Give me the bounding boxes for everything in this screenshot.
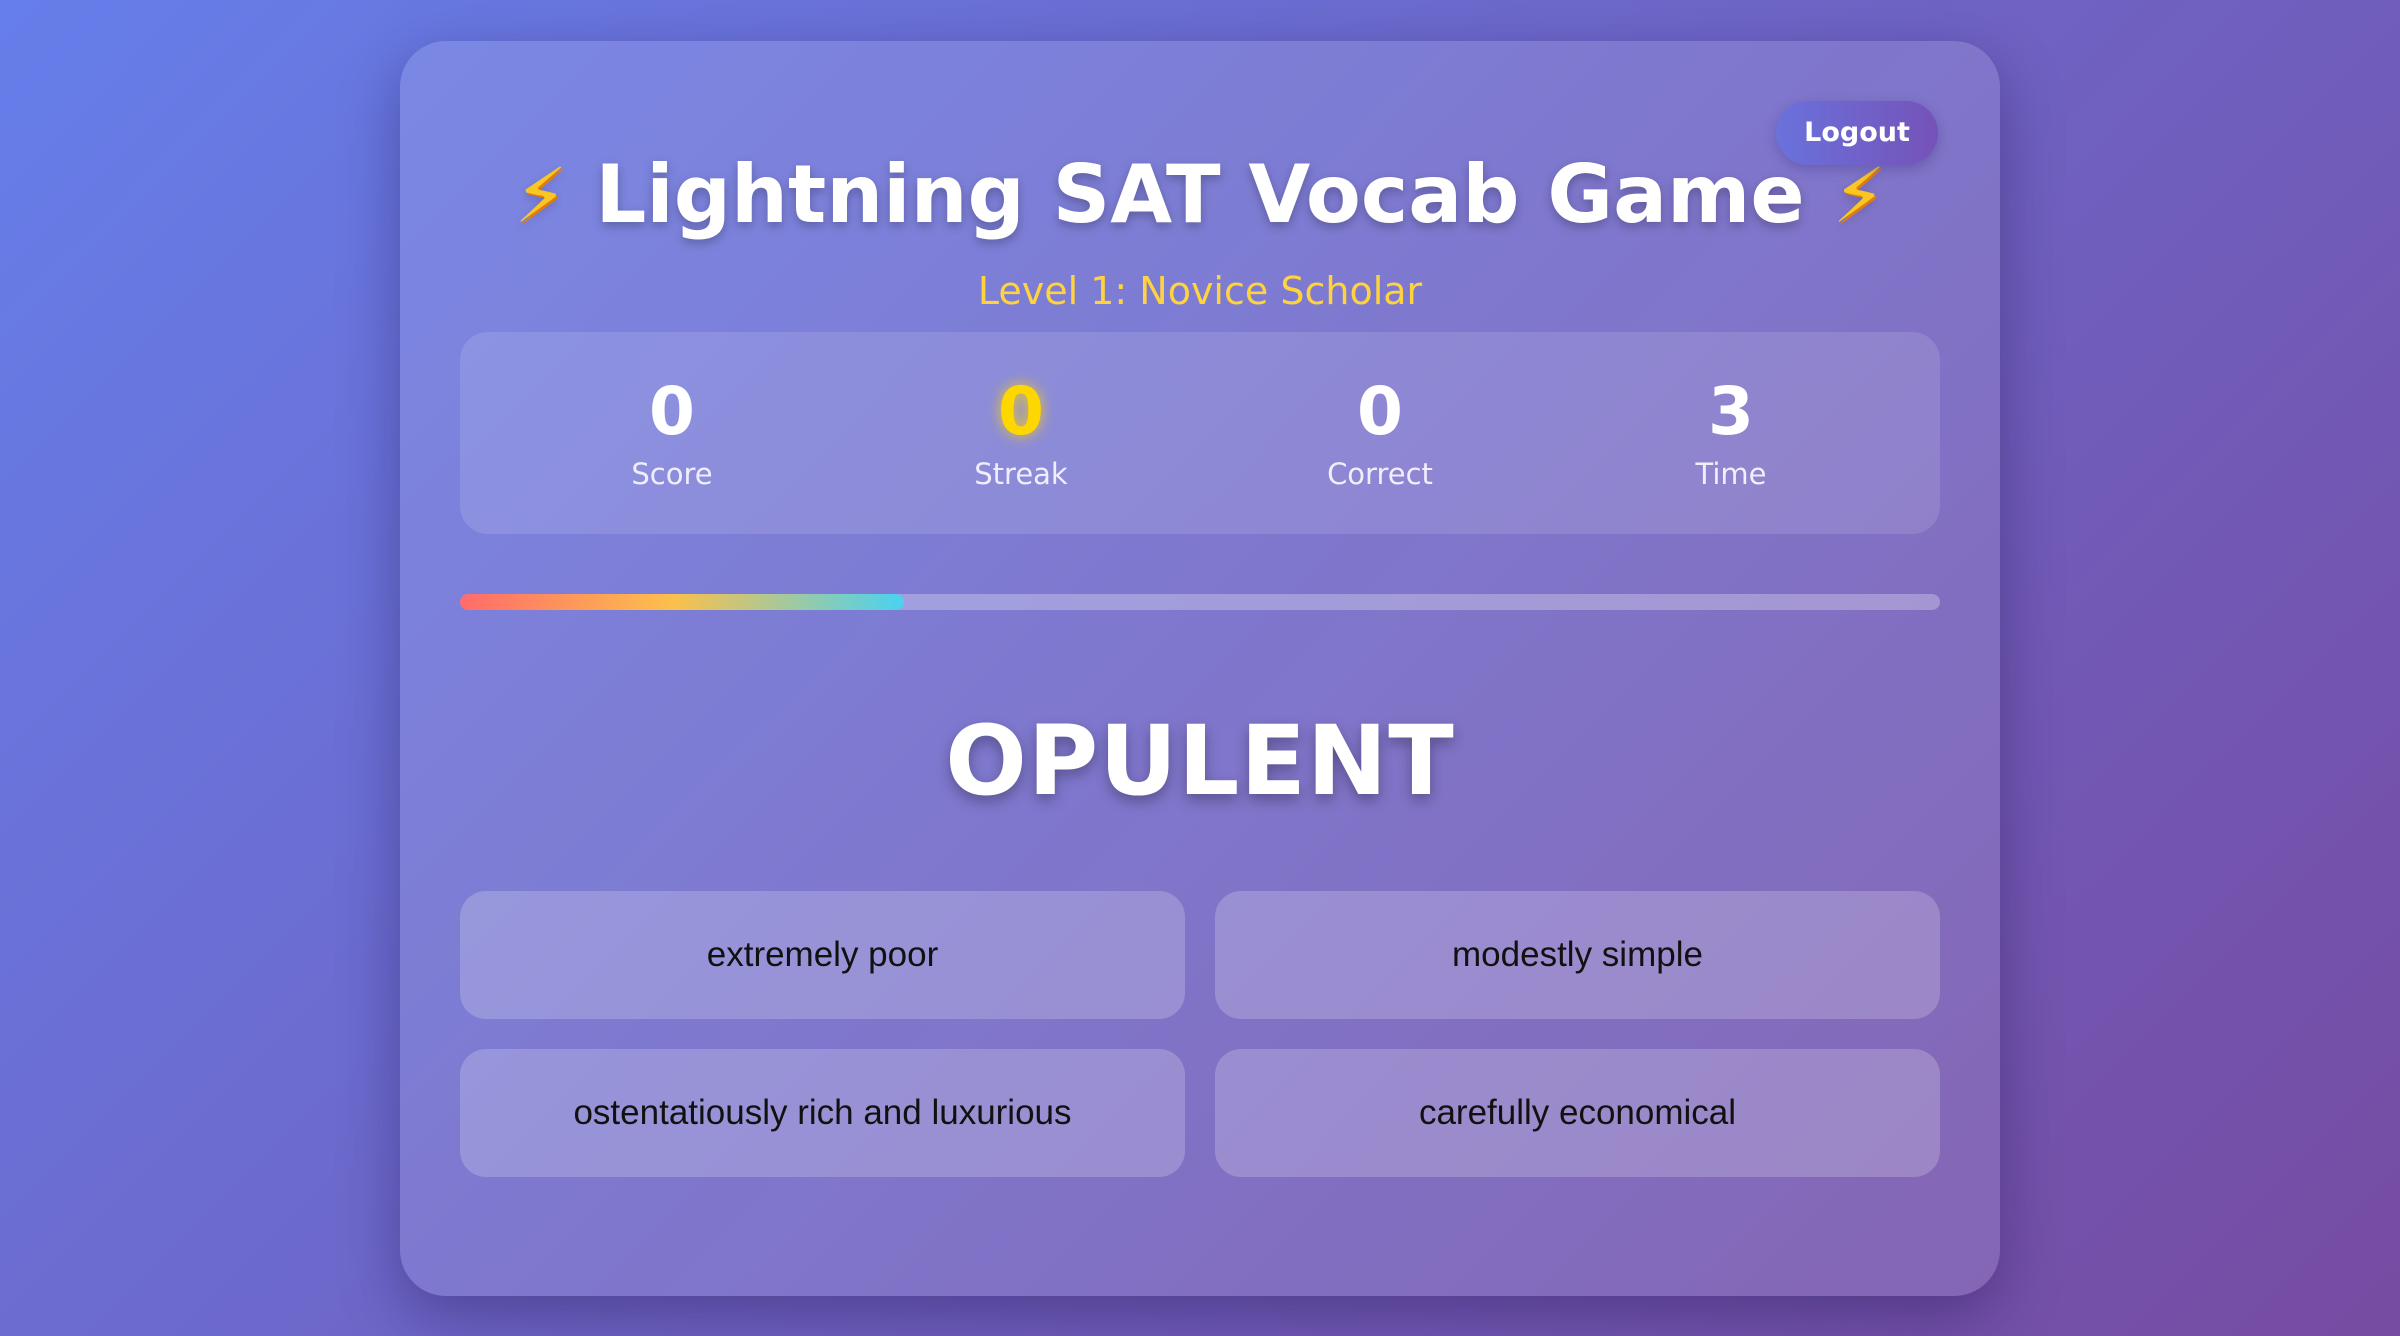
correct-label: Correct [1327,457,1433,491]
score-value: 0 [649,373,695,450]
game-card: ⚡ Lightning SAT Vocab Game ⚡ Logout Leve… [400,41,2000,1296]
correct-value: 0 [1357,373,1403,450]
level-label: Level 1: Novice Scholar [977,269,1423,313]
stats-panel: 0 Score 0 Streak 0 Correct 3 Time [460,332,1940,534]
logout-button[interactable]: Logout [1776,101,1938,165]
lightning-bolt-icon: ⚡ [514,151,568,240]
stat-score: 0 Score [522,332,822,534]
time-label: Time [1695,457,1767,491]
answer-option[interactable]: modestly simple [1215,891,1940,1019]
stat-streak: 0 Streak [871,332,1171,534]
streak-value: 0 [998,373,1044,450]
stat-time: 3 Time [1581,332,1881,534]
answer-option[interactable]: carefully economical [1215,1049,1940,1177]
progress-bar [460,594,1940,610]
streak-label: Streak [974,457,1068,491]
page-title: ⚡ Lightning SAT Vocab Game ⚡ [400,133,2000,258]
stat-correct: 0 Correct [1230,332,1530,534]
title-text: Lightning SAT Vocab Game [595,148,1805,241]
answer-option[interactable]: extremely poor [460,891,1185,1019]
answer-option[interactable]: ostentatiously rich and luxurious [460,1049,1185,1177]
time-value: 3 [1708,373,1754,450]
score-label: Score [631,457,713,491]
progress-fill [460,594,904,610]
vocab-word: OPULENT [945,705,1455,817]
